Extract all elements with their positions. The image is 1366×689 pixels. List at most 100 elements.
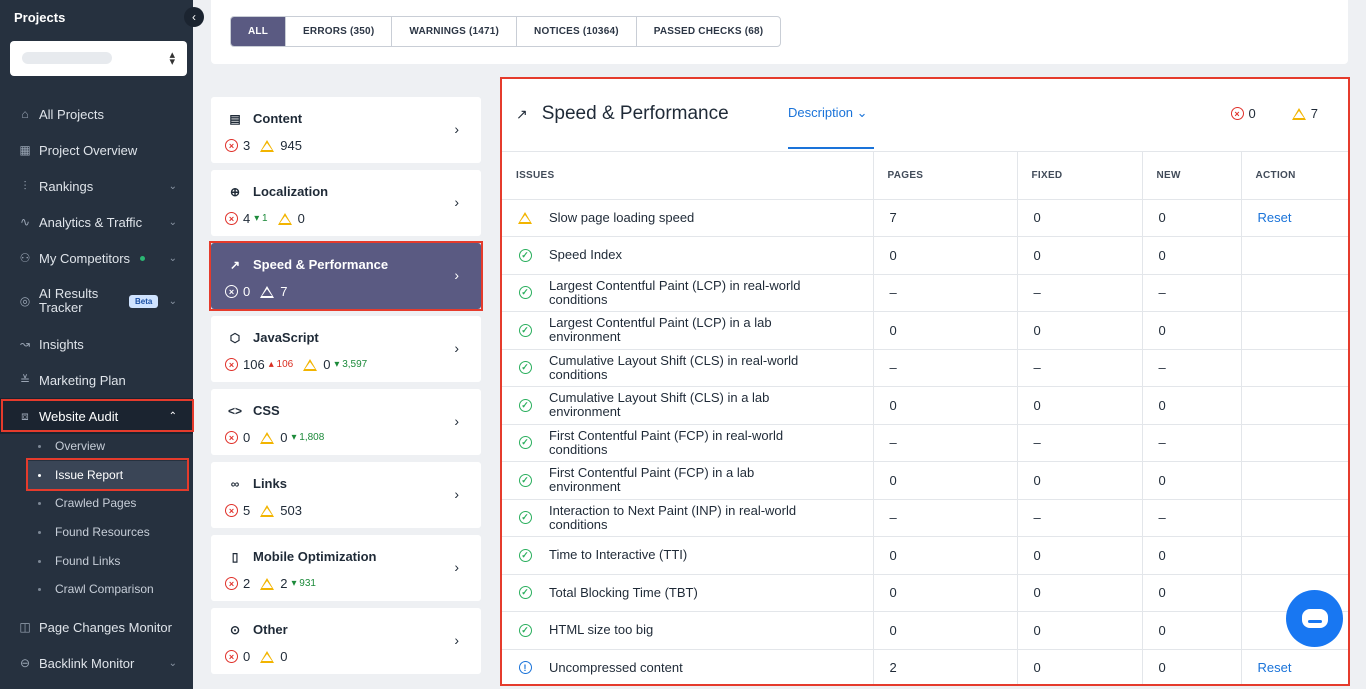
monitor-icon: ◫ bbox=[19, 620, 31, 634]
filter-warnings[interactable]: WARNINGS (1471) bbox=[392, 17, 518, 46]
highlight-box bbox=[1, 399, 194, 432]
warning-icon bbox=[260, 504, 275, 517]
warning-delta: ▾ 3,597 bbox=[334, 359, 368, 370]
select-arrows-icon: ▴ ▾ bbox=[169, 48, 175, 68]
chat-button[interactable] bbox=[1286, 590, 1343, 647]
warning-count: 2 bbox=[280, 576, 288, 591]
link-icon: ⊖ bbox=[19, 656, 31, 670]
nav-label: My Competitors bbox=[39, 250, 131, 266]
nav-label: Marketing Plan bbox=[39, 372, 126, 388]
category-links[interactable]: ∞ Links × 5 503 › bbox=[211, 462, 481, 528]
error-count: 106 bbox=[243, 357, 265, 372]
nav-ai-results-tracker[interactable]: ◎ AI Results Tracker Beta ⌄ bbox=[0, 283, 193, 319]
filter-tabs: ALL ERRORS (350) WARNINGS (1471) NOTICES… bbox=[230, 16, 782, 47]
nav-label: All Projects bbox=[39, 106, 105, 122]
plan-icon: ≚ bbox=[19, 373, 31, 387]
warning-count: 0 bbox=[297, 211, 305, 226]
category-name: CSS bbox=[253, 403, 280, 418]
globe-icon: ⊕ bbox=[229, 184, 241, 199]
project-name-redacted bbox=[22, 52, 112, 64]
error-delta: ▴ 106 bbox=[268, 359, 294, 370]
highlight-box bbox=[500, 77, 1350, 686]
nav-label: Rankings bbox=[39, 178, 94, 194]
sub-found-resources[interactable]: Found Resources bbox=[28, 518, 188, 546]
sub-overview[interactable]: Overview bbox=[28, 432, 188, 460]
chevron-down-icon: ⌄ bbox=[168, 216, 177, 228]
sub-label: Overview bbox=[55, 439, 106, 453]
bullet bbox=[38, 501, 41, 505]
chevron-right-icon: › bbox=[454, 559, 459, 575]
category-css[interactable]: <> CSS × 0 0 ▾ 1,808 › bbox=[211, 389, 481, 455]
sub-found-links[interactable]: Found Links bbox=[28, 547, 188, 575]
category-content[interactable]: ▤ Content × 3 945 › bbox=[211, 97, 481, 163]
nav-project-overview[interactable]: ▦ Project Overview bbox=[0, 132, 193, 168]
nav-my-competitors[interactable]: ⚇ My Competitors ⌄ bbox=[0, 240, 193, 276]
error-count: 2 bbox=[243, 576, 251, 591]
code-icon: <> bbox=[227, 403, 242, 418]
warning-icon bbox=[260, 431, 275, 444]
filter-notices[interactable]: NOTICES (10364) bbox=[517, 17, 637, 46]
category-javascript[interactable]: ⬡ JavaScript × 106 ▴ 106 0 ▾ 3,597 › bbox=[211, 316, 481, 382]
chevron-down-icon: ⌄ bbox=[168, 657, 177, 669]
cube-icon: ⬡ bbox=[229, 330, 241, 345]
nav-rankings[interactable]: ⫶ Rankings ⌄ bbox=[0, 168, 193, 204]
error-icon: × bbox=[225, 212, 238, 225]
chevron-down-icon: ⌄ bbox=[168, 295, 177, 307]
nav-analytics-traffic[interactable]: ∿ Analytics & Traffic ⌄ bbox=[0, 204, 193, 240]
error-icon: × bbox=[225, 504, 238, 517]
chevron-right-icon: › bbox=[454, 632, 459, 648]
error-icon: × bbox=[225, 139, 238, 152]
sub-label: Found Links bbox=[55, 554, 121, 568]
chevron-right-icon: › bbox=[454, 486, 459, 502]
category-name: Localization bbox=[253, 184, 329, 199]
filter-all[interactable]: ALL bbox=[231, 17, 287, 46]
warning-count: 503 bbox=[280, 503, 302, 518]
project-select[interactable]: ▴ ▾ bbox=[10, 41, 187, 76]
sub-crawl-comparison[interactable]: Crawl Comparison bbox=[28, 575, 188, 603]
nav-all-projects[interactable]: ⌂ All Projects bbox=[0, 96, 193, 132]
mobile-icon: ▯ bbox=[231, 549, 239, 564]
chat-icon bbox=[1301, 609, 1328, 628]
chevron-right-icon: › bbox=[454, 194, 459, 210]
chevron-right-icon: › bbox=[454, 340, 459, 356]
home-icon: ⌂ bbox=[21, 107, 29, 121]
chevron-right-icon: › bbox=[454, 121, 459, 137]
warning-count: 945 bbox=[280, 138, 302, 153]
warning-delta: ▾ 931 bbox=[291, 578, 316, 589]
error-count: 0 bbox=[243, 649, 251, 664]
bullet bbox=[38, 587, 41, 591]
error-icon: × bbox=[225, 577, 238, 590]
chevron-down-icon: ⌄ bbox=[168, 252, 177, 264]
category-name: Content bbox=[253, 111, 303, 126]
nav-marketing-plan[interactable]: ≚ Marketing Plan bbox=[0, 362, 193, 398]
users-icon: ⚇ bbox=[19, 251, 31, 265]
error-icon: × bbox=[225, 431, 238, 444]
bullet bbox=[38, 530, 41, 534]
filter-errors[interactable]: ERRORS (350) bbox=[286, 17, 393, 46]
category-name: Other bbox=[253, 622, 288, 637]
nav-label: Project Overview bbox=[39, 142, 138, 158]
category-localization[interactable]: ⊕ Localization × 4 ▾ 1 0 › bbox=[211, 170, 481, 236]
highlight-box bbox=[26, 458, 189, 491]
sub-crawled-pages[interactable]: Crawled Pages bbox=[28, 489, 188, 517]
warning-count: 0 bbox=[323, 357, 331, 372]
nav-label: Analytics & Traffic bbox=[39, 214, 143, 230]
error-count: 5 bbox=[243, 503, 251, 518]
warning-count: 0 bbox=[280, 430, 288, 445]
category-name: Links bbox=[253, 476, 287, 491]
chevron-right-icon: › bbox=[454, 413, 459, 429]
nav-insights[interactable]: ↝ Insights bbox=[0, 326, 193, 362]
link-icon: ∞ bbox=[230, 476, 240, 491]
nav-page-changes-monitor[interactable]: ◫ Page Changes Monitor bbox=[0, 609, 193, 645]
sidebar-title: Projects bbox=[14, 10, 66, 25]
category-other[interactable]: ⊙ Other × 0 0 › bbox=[211, 608, 481, 674]
chevron-down-icon: ⌄ bbox=[168, 180, 177, 192]
nav-backlink-monitor[interactable]: ⊖ Backlink Monitor ⌄ bbox=[0, 645, 193, 681]
filter-passed-checks[interactable]: PASSED CHECKS (68) bbox=[637, 17, 781, 46]
document-icon: ▤ bbox=[229, 111, 241, 126]
collapse-sidebar-button[interactable]: ‹ bbox=[184, 7, 204, 27]
pulse-icon: ∿ bbox=[19, 215, 31, 229]
warning-icon bbox=[277, 212, 292, 225]
category-mobile-optimization[interactable]: ▯ Mobile Optimization × 2 2 ▾ 931 › bbox=[211, 535, 481, 601]
warning-icon bbox=[260, 139, 275, 152]
